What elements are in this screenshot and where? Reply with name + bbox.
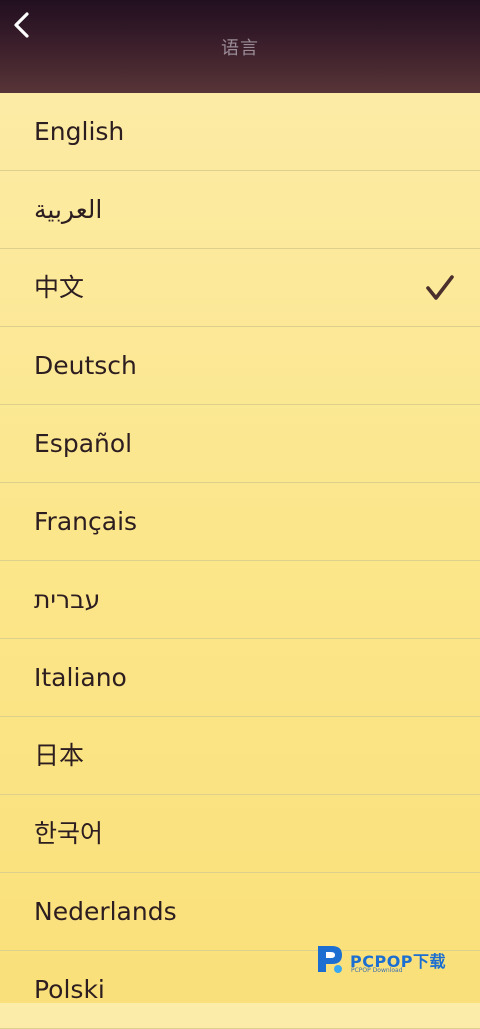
watermark-subtext: PCPOP Download <box>351 967 403 974</box>
watermark: PCPOP下载 PCPOP Download <box>314 940 464 980</box>
language-item-italian[interactable]: Italiano <box>0 639 480 717</box>
language-label: 中文 <box>34 273 85 302</box>
language-item-arabic[interactable]: العربية <box>0 171 480 249</box>
language-label: Italiano <box>34 663 127 692</box>
language-item-japanese[interactable]: 日本 <box>0 717 480 795</box>
language-label: Polski <box>34 975 105 1004</box>
pcpop-logo-icon <box>318 946 342 973</box>
checkmark-icon <box>426 275 454 300</box>
language-item-korean[interactable]: 한국어 <box>0 795 480 873</box>
language-list: English العربية 中文 Deutsch Español Franç… <box>0 93 480 1029</box>
language-label: 한국어 <box>34 819 104 848</box>
language-item-german[interactable]: Deutsch <box>0 327 480 405</box>
language-label: Français <box>34 507 138 536</box>
language-item-english[interactable]: English <box>0 93 480 171</box>
language-item-chinese[interactable]: 中文 <box>0 249 480 327</box>
app-header: 语言 <box>0 0 480 93</box>
language-label: Español <box>34 429 133 458</box>
language-item-spanish[interactable]: Español <box>0 405 480 483</box>
language-label: Deutsch <box>34 351 137 380</box>
language-label: العربية <box>34 195 103 224</box>
language-item-french[interactable]: Français <box>0 483 480 561</box>
language-label: English <box>34 117 125 146</box>
language-item-hebrew[interactable]: עברית <box>0 561 480 639</box>
page-title: 语言 <box>221 38 259 59</box>
language-label: עברית <box>34 585 101 614</box>
language-label: Nederlands <box>34 897 177 926</box>
language-label: 日本 <box>34 741 85 770</box>
